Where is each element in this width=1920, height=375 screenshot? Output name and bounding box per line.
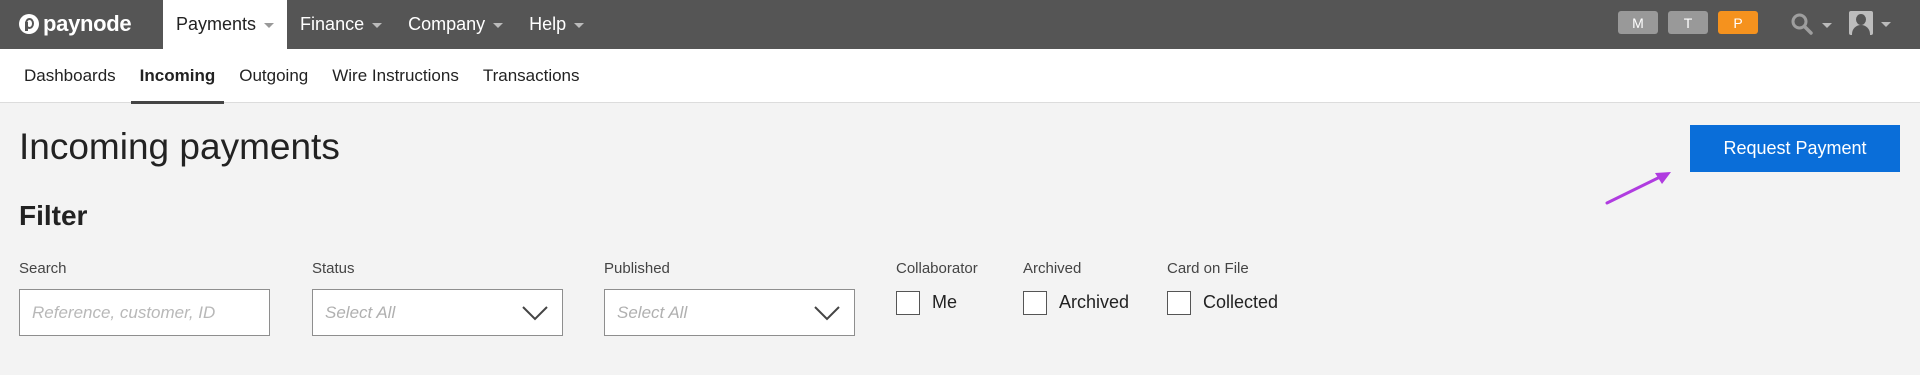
topnav-finance-label: Finance <box>300 14 365 34</box>
chevron-down-icon <box>522 306 548 321</box>
published-select[interactable]: Select All <box>604 289 855 336</box>
collaborator-me-checkbox[interactable]: Me <box>896 289 957 316</box>
brand-name: paynode <box>43 11 132 36</box>
archived-option-label: Archived <box>1059 292 1130 312</box>
card-on-file-label: Card on File <box>1167 260 1249 277</box>
brand-logo[interactable]: paynode <box>19 11 132 37</box>
sub-navigation: Dashboards Incoming Outgoing Wire Instru… <box>0 49 1920 104</box>
topnav-help[interactable]: Help <box>516 0 597 49</box>
published-select-value: Select All <box>617 302 688 322</box>
search-input[interactable] <box>19 289 270 336</box>
caret-down-icon <box>574 23 585 28</box>
tab-dashboards[interactable]: Dashboards <box>12 49 128 103</box>
topnav-company[interactable]: Company <box>395 0 516 49</box>
paynode-logo-icon <box>19 14 39 34</box>
topnav-company-label: Company <box>408 14 486 34</box>
tab-wire-instructions[interactable]: Wire Instructions <box>320 49 471 103</box>
archived-label: Archived <box>1023 260 1082 277</box>
card-on-file-collected-checkbox[interactable]: Collected <box>1167 289 1278 316</box>
topnav-payments-label: Payments <box>176 14 257 34</box>
top-navigation: Payments Finance Company Help <box>163 0 597 49</box>
tab-outgoing[interactable]: Outgoing <box>227 49 320 103</box>
published-label: Published <box>604 260 670 277</box>
tab-transactions[interactable]: Transactions <box>471 49 592 103</box>
tab-incoming[interactable]: Incoming <box>128 49 228 104</box>
top-bar: paynode Payments Finance Company Help M … <box>0 0 1920 49</box>
caret-down-icon <box>1822 22 1832 28</box>
search-icon <box>1791 13 1813 35</box>
caret-down-icon <box>493 23 504 28</box>
status-label: Status <box>312 260 355 277</box>
checkbox-box[interactable] <box>1023 290 1047 315</box>
chip-p[interactable]: P <box>1718 11 1758 34</box>
status-select-value: Select All <box>325 302 396 322</box>
search-button[interactable] <box>1790 11 1832 37</box>
topnav-finance[interactable]: Finance <box>287 0 395 49</box>
page-title: Incoming payments <box>19 126 340 167</box>
caret-down-icon <box>372 23 383 28</box>
status-select[interactable]: Select All <box>312 289 563 336</box>
annotation-arrow-icon <box>1605 172 1671 205</box>
collaborator-label: Collaborator <box>896 260 978 277</box>
archived-checkbox[interactable]: Archived <box>1023 289 1129 316</box>
collected-option-label: Collected <box>1203 292 1279 312</box>
user-icon <box>1849 11 1873 35</box>
subnav-tabs: Dashboards Incoming Outgoing Wire Instru… <box>12 49 592 104</box>
caret-down-icon <box>1881 21 1891 27</box>
topnav-payments[interactable]: Payments <box>163 0 288 49</box>
chip-t[interactable]: T <box>1668 11 1708 34</box>
filter-title: Filter <box>19 200 88 231</box>
caret-down-icon <box>264 23 275 28</box>
checkbox-box[interactable] <box>1167 290 1191 315</box>
checkbox-box[interactable] <box>896 290 920 315</box>
topnav-help-label: Help <box>529 14 567 34</box>
chevron-down-icon <box>814 306 840 321</box>
search-label: Search <box>19 260 67 277</box>
request-payment-button[interactable]: Request Payment <box>1690 125 1900 172</box>
chip-m[interactable]: M <box>1618 11 1658 34</box>
user-chips: M T P <box>1618 11 1758 34</box>
collaborator-me-label: Me <box>932 292 958 312</box>
user-menu-button[interactable] <box>1849 9 1891 37</box>
